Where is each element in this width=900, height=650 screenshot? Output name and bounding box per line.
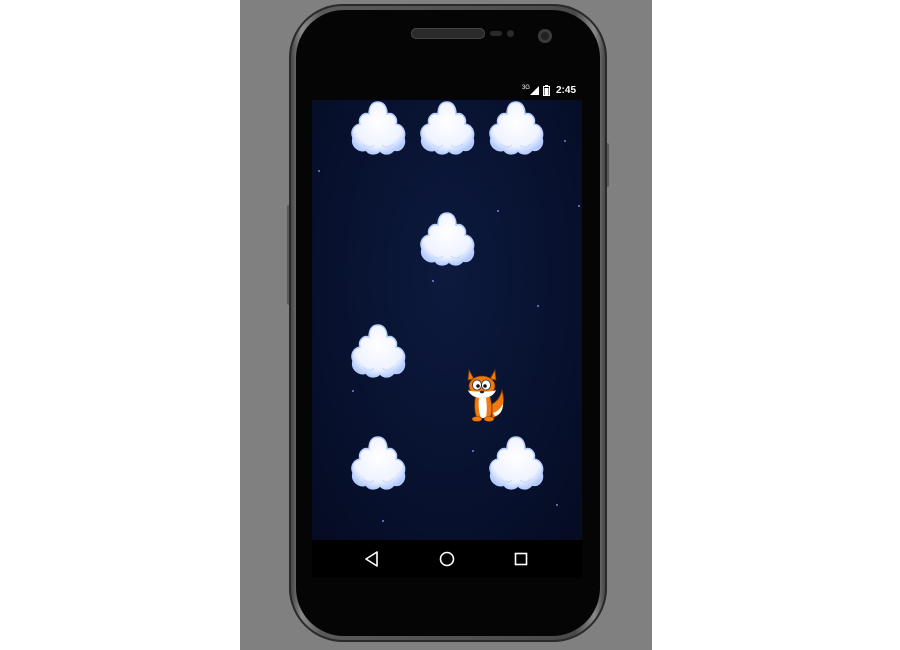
star: [352, 390, 354, 392]
earpiece-speaker: [411, 28, 485, 39]
cloud-platform: [487, 100, 545, 156]
star: [578, 205, 580, 207]
front-camera-icon: [538, 29, 552, 43]
star: [432, 280, 434, 282]
star: [497, 210, 499, 212]
status-bar: 3G 2:45: [312, 82, 582, 100]
cloud-platform: [418, 100, 476, 156]
star: [564, 140, 566, 142]
cloud-platform: [349, 433, 407, 491]
cloud-platform: [349, 321, 407, 379]
network-type: 3G: [521, 84, 530, 91]
back-button-icon[interactable]: [361, 548, 383, 570]
star: [472, 450, 474, 452]
proximity-sensor: [490, 31, 502, 36]
cloud-platform: [349, 100, 407, 156]
game-area[interactable]: [312, 100, 582, 540]
star: [318, 170, 320, 172]
cloud-platform: [418, 209, 476, 267]
star: [382, 520, 384, 522]
signal-icon: [529, 86, 539, 95]
navigation-bar: [312, 540, 582, 578]
battery-icon: [542, 85, 550, 96]
fox-character[interactable]: [462, 368, 506, 422]
light-sensor: [507, 30, 514, 37]
clock: 2:45: [555, 85, 576, 96]
star: [556, 504, 558, 506]
recents-button-icon[interactable]: [510, 548, 532, 570]
cloud-platform: [487, 433, 545, 491]
star: [537, 305, 539, 307]
home-button-icon[interactable]: [436, 548, 458, 570]
